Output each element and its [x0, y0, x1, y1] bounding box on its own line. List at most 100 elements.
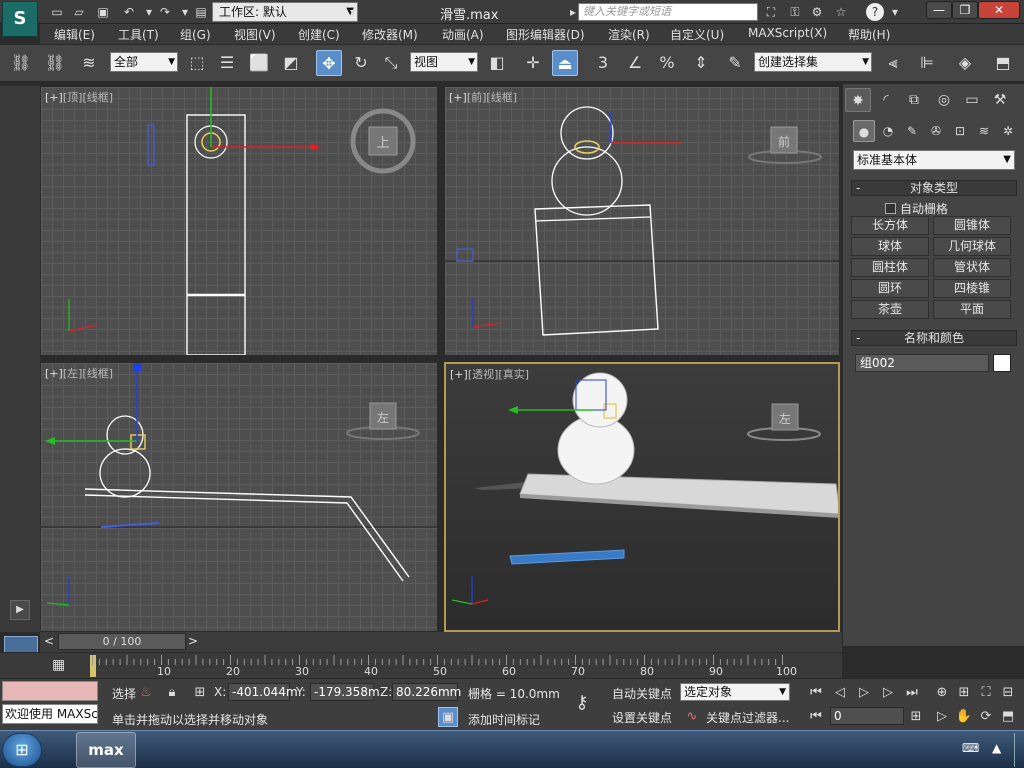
restore-button[interactable]: ❐ [952, 1, 978, 19]
viewport-perspective[interactable]: [+][透视][真实] 左 [444, 362, 840, 632]
goto-start-icon[interactable]: ⏮ [806, 683, 826, 703]
time-config-icon[interactable]: ⊞ [906, 707, 926, 727]
viewport-left[interactable]: [+][左][线框] 左 [40, 362, 438, 632]
object-type-rollout[interactable]: - 对象类型 [851, 180, 1017, 196]
viewport-label[interactable]: [+][前][线框] [449, 89, 517, 105]
qa-customize-icon[interactable]: ▾ [344, 3, 362, 21]
sphere-button[interactable]: 球体 [851, 237, 929, 256]
viewport-top[interactable]: [+][顶][线框] 上 [40, 86, 438, 356]
rect-selection-icon[interactable]: ⬜ [246, 50, 272, 76]
pyramid-button[interactable]: 四棱锥 [933, 279, 1011, 298]
new-file-icon[interactable]: ▭ [48, 3, 66, 21]
lights-icon[interactable]: ✎ [901, 120, 923, 142]
auto-key-button[interactable]: 自动关键点 [612, 685, 672, 702]
maximize-viewport-icon[interactable]: ⬒ [998, 707, 1018, 727]
percent-snap-icon[interactable]: % [654, 50, 680, 76]
maxscript-input[interactable]: 欢迎使用 MAXSc [2, 704, 98, 724]
mirror-icon[interactable]: ⫷ [880, 50, 906, 76]
absolute-mode-icon[interactable]: ⊞ [190, 683, 210, 703]
viewport-shading[interactable]: [线框] [486, 91, 517, 104]
graphite-tools-icon[interactable]: ⬒ [990, 50, 1016, 76]
unlink-icon[interactable]: ⛓ [42, 50, 68, 76]
menu-customize[interactable]: 自定义(U) [670, 26, 724, 43]
space-warps-icon[interactable]: ≋ [973, 120, 995, 142]
undo-icon[interactable]: ↶ [120, 3, 138, 21]
menu-group[interactable]: 组(G) [180, 26, 211, 43]
maxscript-listener-output[interactable] [2, 681, 98, 701]
shapes-icon[interactable]: ◔ [877, 120, 899, 142]
viewport-shading[interactable]: [线框] [82, 91, 113, 104]
tube-button[interactable]: 管状体 [933, 258, 1011, 277]
named-selection-dropdown[interactable]: 创建选择集 ▼ [754, 52, 872, 72]
viewport-menu-bracket[interactable]: [+] [45, 91, 63, 104]
menu-edit[interactable]: 编辑(E) [54, 26, 95, 43]
pan-icon[interactable]: ✋ [954, 707, 974, 727]
category-dropdown[interactable]: 标准基本体 ▼ [853, 150, 1015, 170]
select-scale-icon[interactable]: ⤡ [378, 50, 404, 76]
angle-snap-icon[interactable]: ∠ [622, 50, 648, 76]
viewport-shading[interactable]: [真实] [498, 368, 529, 381]
zoom-extents-all-icon[interactable]: ⊟ [998, 683, 1018, 703]
exchange-icon[interactable]: ⚙ [808, 3, 826, 21]
key-icon[interactable]: ⚿ [786, 3, 804, 21]
search-input[interactable]: 键入关键字或短语 [578, 3, 758, 21]
current-frame-field[interactable]: 0 [830, 707, 904, 725]
time-slider[interactable]: 0 / 100 [58, 633, 186, 650]
window-crossing-icon[interactable]: ◩ [278, 50, 304, 76]
link-icon[interactable]: ⛓ [8, 50, 34, 76]
star-icon[interactable]: ☆ [832, 3, 850, 21]
cameras-icon[interactable]: ✇ [925, 120, 947, 142]
viewport-shading[interactable]: [线框] [82, 367, 113, 380]
x-coord-field[interactable]: -401.044m [228, 683, 298, 701]
expand-panel-icon[interactable]: ▶ [10, 600, 30, 620]
bind-space-warp-icon[interactable]: ≋ [76, 50, 102, 76]
app-logo-icon[interactable]: S [2, 1, 38, 37]
project-folder-icon[interactable]: ▤ [192, 3, 210, 21]
spinner-snap-icon[interactable]: ⇕ [688, 50, 714, 76]
isolate-icon[interactable]: ♨ [136, 683, 156, 703]
add-time-tag[interactable]: 添加时间标记 [468, 711, 540, 728]
geosphere-button[interactable]: 几何球体 [933, 237, 1011, 256]
field-of-view-icon[interactable]: ▷ [932, 707, 952, 727]
goto-end-icon[interactable]: ⏭ [902, 683, 922, 703]
hierarchy-tab-icon[interactable]: ⧉ [901, 88, 927, 112]
select-move-icon[interactable]: ✥ [316, 50, 342, 76]
play-icon[interactable]: ▷ [854, 683, 874, 703]
set-key-button[interactable]: 设置关键点 [612, 709, 672, 726]
orbit-icon[interactable]: ⟳ [976, 707, 996, 727]
taskbar-3dsmax-button[interactable]: max [76, 732, 136, 768]
time-tag-icon[interactable]: ▣ [438, 707, 458, 727]
start-button[interactable]: ⊞ [2, 733, 42, 767]
next-key-icon[interactable]: ▷ [878, 683, 898, 703]
reference-coord-dropdown[interactable]: 视图 ▼ [410, 52, 478, 72]
tray-expand-icon[interactable]: ▲ [992, 741, 1001, 755]
layer-manager-icon[interactable]: ◈ [952, 50, 978, 76]
redo-icon[interactable]: ↷ [156, 3, 174, 21]
set-key-mode-icon[interactable]: ⚷ [572, 693, 592, 713]
viewport-name[interactable]: [顶] [63, 91, 83, 104]
menu-help[interactable]: 帮助(H) [848, 26, 890, 43]
menu-graph-editors[interactable]: 图形编辑器(D) [506, 26, 585, 43]
viewport-front[interactable]: [+][前][线框] 前 [444, 86, 840, 356]
binoculars-icon[interactable]: ⛶ [762, 3, 780, 21]
zoom-all-icon[interactable]: ⊞ [954, 683, 974, 703]
display-tab-icon[interactable]: ▭ [959, 88, 985, 112]
keyboard-shortcut-override-icon[interactable]: ⏏ [552, 50, 578, 76]
menu-views[interactable]: 视图(V) [234, 26, 276, 43]
menu-rendering[interactable]: 渲染(R) [608, 26, 650, 43]
autogrid-checkbox[interactable]: 自动栅格 [885, 200, 948, 217]
align-icon[interactable]: ⊫ [914, 50, 940, 76]
manipulate-icon[interactable]: ✛ [520, 50, 546, 76]
viewport-menu-bracket[interactable]: [+] [449, 91, 467, 104]
save-file-icon[interactable]: ▣ [94, 3, 112, 21]
help-icon[interactable]: ? [866, 3, 884, 21]
helpers-icon[interactable]: ⊡ [949, 120, 971, 142]
help-dropdown-icon[interactable]: ▾ [886, 3, 904, 21]
object-color-swatch[interactable] [993, 354, 1011, 372]
teapot-button[interactable]: 茶壶 [851, 300, 929, 319]
next-frame-icon[interactable]: > [188, 634, 198, 648]
viewport-label[interactable]: [+][顶][线框] [45, 89, 113, 105]
utilities-tab-icon[interactable]: ⚒ [987, 88, 1013, 112]
cylinder-button[interactable]: 圆柱体 [851, 258, 929, 277]
create-tab-icon[interactable]: ✸ [845, 88, 871, 112]
